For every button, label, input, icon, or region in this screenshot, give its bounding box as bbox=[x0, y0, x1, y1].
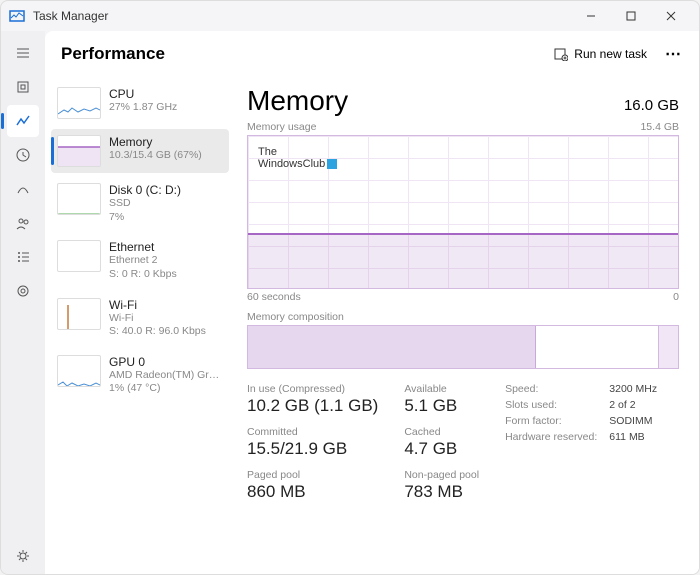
spec-table: Speed: 3200 MHz Slots used: 2 of 2 Form fa… bbox=[505, 383, 657, 502]
disk-thumb bbox=[57, 183, 101, 215]
close-button[interactable] bbox=[651, 1, 691, 31]
window-controls bbox=[571, 1, 691, 31]
body: CPU27% 1.87 GHz Memory10.3/15.4 GB (67%)… bbox=[45, 77, 699, 574]
item-sub2: 1% (47 °C) bbox=[109, 382, 223, 396]
more-button[interactable]: ⋯ bbox=[665, 44, 683, 64]
memory-usage-chart[interactable]: The WindowsClub bbox=[247, 135, 679, 289]
spec-speed: 3200 MHz bbox=[609, 383, 657, 395]
watermark-logo-icon bbox=[327, 159, 337, 169]
item-label: CPU bbox=[109, 87, 223, 101]
sidebar-item-cpu[interactable]: CPU27% 1.87 GHz bbox=[51, 81, 229, 125]
resource-list: CPU27% 1.87 GHz Memory10.3/15.4 GB (67%)… bbox=[45, 77, 235, 574]
detail-pane: Memory 16.0 GB Memory usage 15.4 GB The W… bbox=[235, 77, 699, 574]
sidebar-item-ethernet[interactable]: EthernetEthernet 2S: 0 R: 0 Kbps bbox=[51, 234, 229, 287]
sidebar-item-wifi[interactable]: Wi-FiWi-FiS: 40.0 R: 96.0 Kbps bbox=[51, 292, 229, 345]
item-label: Wi-Fi bbox=[109, 298, 223, 312]
spec-reserved: 611 MB bbox=[609, 431, 657, 443]
axis-right: 0 bbox=[673, 291, 679, 303]
comp-free bbox=[536, 326, 658, 368]
item-sub: Ethernet 2 bbox=[109, 254, 223, 268]
usage-label: Memory usage bbox=[247, 121, 316, 133]
stat-nonpaged: Non-paged pool783 MB bbox=[404, 469, 479, 502]
menu-icon[interactable] bbox=[7, 37, 39, 69]
main-area: Performance Run new task ⋯ CPU27% 1.87 G… bbox=[1, 31, 699, 574]
cpu-thumb bbox=[57, 87, 101, 119]
nav-startup[interactable] bbox=[7, 173, 39, 205]
page-header: Performance Run new task ⋯ bbox=[45, 31, 699, 77]
run-new-task-button[interactable]: Run new task bbox=[546, 43, 655, 65]
nav-users[interactable] bbox=[7, 207, 39, 239]
usage-fill bbox=[248, 233, 678, 288]
item-sub2: S: 40.0 R: 96.0 Kbps bbox=[109, 325, 223, 339]
wifi-thumb bbox=[57, 298, 101, 330]
item-label: GPU 0 bbox=[109, 355, 223, 369]
watermark: The WindowsClub bbox=[258, 146, 337, 170]
item-sub: Wi-Fi bbox=[109, 312, 223, 326]
sidebar-item-memory[interactable]: Memory10.3/15.4 GB (67%) bbox=[51, 129, 229, 173]
stat-cached: Cached4.7 GB bbox=[404, 426, 479, 459]
nav-app-history[interactable] bbox=[7, 139, 39, 171]
nav-processes[interactable] bbox=[7, 71, 39, 103]
detail-title: Memory bbox=[247, 85, 624, 117]
sidebar-item-disk[interactable]: Disk 0 (C: D:)SSD7% bbox=[51, 177, 229, 230]
spec-slots: 2 of 2 bbox=[609, 399, 657, 411]
spec-form: SODIMM bbox=[609, 415, 657, 427]
item-sub: SSD bbox=[109, 197, 223, 211]
ethernet-thumb bbox=[57, 240, 101, 272]
gpu-thumb bbox=[57, 355, 101, 387]
page-title: Performance bbox=[61, 44, 546, 64]
spec-form-lbl: Form factor: bbox=[505, 415, 597, 427]
comp-in-use bbox=[248, 326, 536, 368]
stat-in-use: In use (Compressed)10.2 GB (1.1 GB) bbox=[247, 383, 378, 416]
window-title: Task Manager bbox=[33, 9, 571, 23]
stat-paged: Paged pool860 MB bbox=[247, 469, 378, 502]
item-label: Disk 0 (C: D:) bbox=[109, 183, 223, 197]
stat-available: Available5.1 GB bbox=[404, 383, 479, 416]
minimize-button[interactable] bbox=[571, 1, 611, 31]
nav-performance[interactable] bbox=[7, 105, 39, 137]
item-label: Ethernet bbox=[109, 240, 223, 254]
nav-rail bbox=[1, 31, 45, 574]
spec-reserved-lbl: Hardware reserved: bbox=[505, 431, 597, 443]
comp-label: Memory composition bbox=[247, 311, 344, 323]
comp-reserved bbox=[658, 326, 678, 368]
item-sub2: 7% bbox=[109, 211, 223, 225]
content: Performance Run new task ⋯ CPU27% 1.87 G… bbox=[45, 31, 699, 574]
detail-total: 16.0 GB bbox=[624, 97, 679, 114]
nav-details[interactable] bbox=[7, 241, 39, 273]
task-manager-window: Task Manager Performance Run ne bbox=[0, 0, 700, 575]
memory-thumb bbox=[57, 135, 101, 167]
app-icon bbox=[9, 8, 25, 24]
item-sub: 27% 1.87 GHz bbox=[109, 101, 223, 115]
titlebar: Task Manager bbox=[1, 1, 699, 31]
memory-composition-chart[interactable] bbox=[247, 325, 679, 369]
run-task-icon bbox=[554, 47, 568, 61]
item-label: Memory bbox=[109, 135, 223, 149]
stat-committed: Committed15.5/21.9 GB bbox=[247, 426, 378, 459]
nav-settings[interactable] bbox=[7, 540, 39, 572]
item-sub: AMD Radeon(TM) Gra... bbox=[109, 369, 223, 383]
run-task-label: Run new task bbox=[574, 47, 647, 61]
stats: In use (Compressed)10.2 GB (1.1 GB) Comm… bbox=[247, 383, 679, 502]
spec-slots-lbl: Slots used: bbox=[505, 399, 597, 411]
sidebar-item-gpu[interactable]: GPU 0AMD Radeon(TM) Gra...1% (47 °C) bbox=[51, 349, 229, 402]
item-sub: 10.3/15.4 GB (67%) bbox=[109, 149, 223, 163]
spec-speed-lbl: Speed: bbox=[505, 383, 597, 395]
item-sub2: S: 0 R: 0 Kbps bbox=[109, 268, 223, 282]
usage-max: 15.4 GB bbox=[640, 121, 679, 133]
nav-services[interactable] bbox=[7, 275, 39, 307]
maximize-button[interactable] bbox=[611, 1, 651, 31]
axis-left: 60 seconds bbox=[247, 291, 301, 303]
